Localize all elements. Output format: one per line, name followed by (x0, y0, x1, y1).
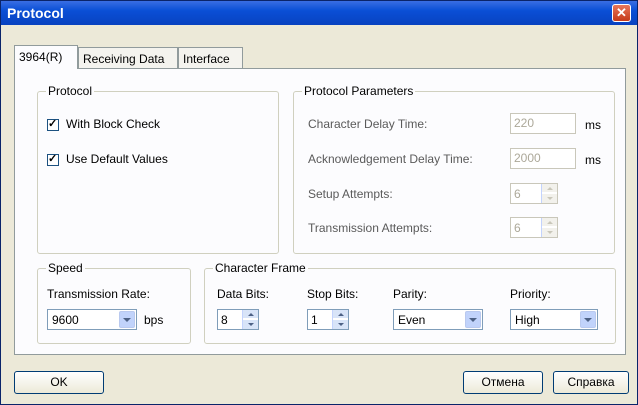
character-frame-group: Character Frame Data Bits: 8 Stop Bits: … (204, 261, 616, 344)
parity-select[interactable]: Even (393, 309, 483, 330)
protocol-parameters-group: Protocol Parameters Character Delay Time… (293, 84, 615, 254)
ack-delay-unit: ms (585, 153, 601, 167)
stop-bits-spin-buttons[interactable] (332, 310, 348, 329)
close-button[interactable]: ✕ (612, 4, 631, 22)
spin-up-icon[interactable] (243, 310, 258, 319)
parity-value: Even (398, 313, 426, 327)
chevron-down-icon[interactable] (465, 311, 481, 328)
transmission-rate-unit: bps (144, 313, 164, 327)
help-button[interactable]: Справка (553, 371, 629, 394)
stop-bits-value: 1 (311, 313, 318, 327)
tab-interface[interactable]: Interface (178, 47, 243, 69)
stop-bits-spinner[interactable]: 1 (307, 309, 349, 330)
use-default-values-label[interactable]: Use Default Values (66, 152, 168, 166)
ok-button[interactable]: OK (14, 371, 104, 394)
close-icon: ✕ (616, 5, 627, 20)
chevron-down-icon[interactable] (580, 311, 596, 328)
spin-up-icon[interactable] (542, 218, 557, 227)
setup-attempts-spinner[interactable]: 6 (510, 183, 558, 204)
ack-delay-label: Acknowledgement Delay Time: (308, 152, 473, 166)
chevron-down-icon[interactable] (119, 311, 135, 328)
priority-select[interactable]: High (510, 309, 598, 330)
data-bits-spin-buttons[interactable] (242, 310, 258, 329)
data-bits-value: 8 (221, 313, 228, 327)
character-delay-label: Character Delay Time: (308, 117, 428, 131)
ack-delay-input[interactable]: 2000 (510, 148, 576, 169)
character-delay-input[interactable]: 220 (510, 113, 576, 134)
priority-label: Priority: (510, 287, 551, 301)
cancel-button[interactable]: Отмена (463, 371, 543, 394)
transmission-attempts-value: 6 (514, 221, 521, 235)
window-title: Protocol (7, 5, 64, 21)
priority-value: High (515, 313, 540, 327)
stop-bits-label: Stop Bits: (307, 287, 359, 301)
data-bits-spinner[interactable]: 8 (217, 309, 259, 330)
spin-down-icon[interactable] (542, 228, 557, 237)
transmission-rate-select[interactable]: 9600 (47, 309, 137, 330)
character-frame-group-label: Character Frame (213, 261, 308, 275)
tab-panel: Protocol With Block Check Use Default Va… (14, 68, 626, 355)
protocol-group-label: Protocol (46, 84, 95, 98)
spin-up-icon[interactable] (333, 310, 348, 319)
transmission-attempts-spin-buttons[interactable] (541, 218, 557, 237)
setup-attempts-label: Setup Attempts: (308, 187, 393, 201)
setup-attempts-spin-buttons[interactable] (541, 184, 557, 203)
transmission-rate-label: Transmission Rate: (47, 287, 150, 301)
protocol-parameters-group-label: Protocol Parameters (302, 84, 416, 98)
tab-3964r[interactable]: 3964(R) (14, 45, 78, 69)
speed-group: Speed Transmission Rate: 9600 bps (37, 261, 191, 344)
with-block-check-label[interactable]: With Block Check (66, 117, 160, 131)
title-bar[interactable]: Protocol ✕ (1, 1, 637, 25)
data-bits-label: Data Bits: (217, 287, 270, 301)
spin-down-icon[interactable] (243, 320, 258, 329)
use-default-values-checkbox[interactable] (47, 152, 59, 166)
tab-receiving-data[interactable]: Receiving Data (78, 47, 178, 69)
spin-down-icon[interactable] (333, 320, 348, 329)
character-delay-unit: ms (585, 118, 601, 132)
setup-attempts-value: 6 (514, 187, 521, 201)
protocol-group: Protocol With Block Check Use Default Va… (37, 84, 279, 254)
speed-group-label: Speed (46, 261, 85, 275)
protocol-dialog: Protocol ✕ 3964(R) Receiving Data Interf… (0, 0, 638, 405)
spin-up-icon[interactable] (542, 184, 557, 193)
spin-down-icon[interactable] (542, 194, 557, 203)
transmission-attempts-spinner[interactable]: 6 (510, 217, 558, 238)
with-block-check-checkbox[interactable] (47, 117, 59, 131)
transmission-attempts-label: Transmission Attempts: (308, 221, 433, 235)
transmission-rate-value: 9600 (52, 313, 79, 327)
parity-label: Parity: (393, 287, 428, 301)
